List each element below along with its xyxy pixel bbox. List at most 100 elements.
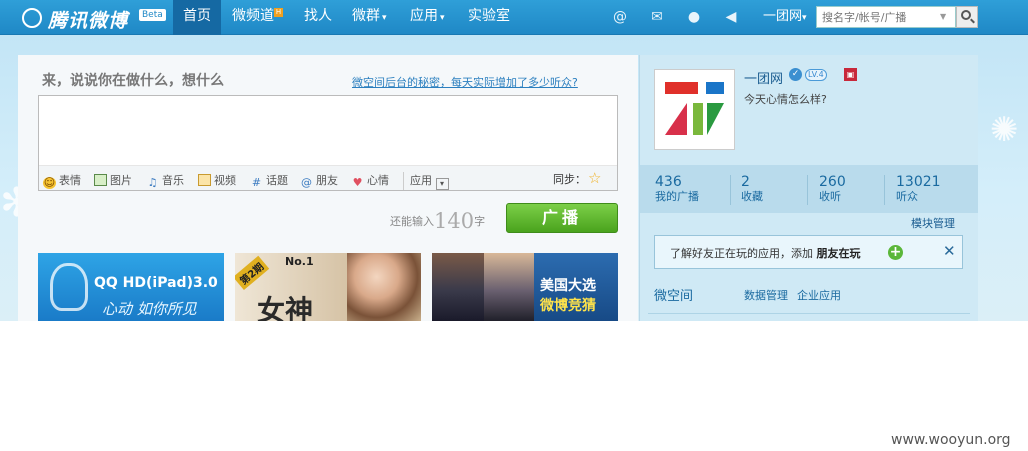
stat-broadcasts[interactable]: 436 我的广播: [655, 174, 699, 203]
add-icon[interactable]: +: [888, 245, 903, 260]
search-input[interactable]: [816, 6, 956, 28]
beta-badge: Beta: [139, 9, 166, 21]
module-manage-link[interactable]: 模块管理: [911, 215, 955, 231]
publisher-toolbar: ☺ 表情 图片 ♫ 音乐 视频 # 话题 @ 朋友 ♥ 心情 应用 ▾ 同步： ☆: [39, 165, 617, 190]
mood-prompt[interactable]: 今天心情怎么样?: [744, 91, 827, 107]
nav-lab[interactable]: 实验室: [468, 0, 510, 35]
divider: [648, 313, 970, 314]
search-button[interactable]: [956, 6, 978, 28]
level-badge[interactable]: LV.4: [805, 69, 827, 81]
post-textarea[interactable]: ☺ 表情 图片 ♫ 音乐 视频 # 话题 @ 朋友 ♥ 心情 应用 ▾ 同步： ☆: [38, 95, 618, 191]
nav-home[interactable]: 首页: [173, 0, 221, 35]
search-dropdown-icon[interactable]: ▼: [940, 12, 946, 21]
stat-favorites[interactable]: 2 收藏: [741, 174, 763, 203]
stat-value: 260: [819, 174, 846, 190]
hashtag-icon: #: [251, 176, 262, 189]
topic-tool[interactable]: # 话题: [250, 172, 288, 189]
nav-groups[interactable]: 微群 ▾: [352, 0, 387, 35]
stat-label: 听众: [896, 190, 918, 203]
emoji-tool[interactable]: ☺ 表情: [43, 172, 81, 189]
profile-sidebar: 一团网 ✓ LV.4 ▣ 今天心情怎么样? 436 我的广播 2 收藏 260 收听 …: [639, 55, 978, 321]
at-icon: @: [301, 176, 312, 189]
star-icon[interactable]: ☆: [588, 169, 601, 187]
stat-value: 2: [741, 174, 750, 190]
banner-goddess-episode: 第2期: [235, 255, 270, 291]
enterprise-apps-link[interactable]: 企业应用: [797, 287, 841, 303]
image-tool-label: 图片: [110, 174, 132, 187]
nav-apps[interactable]: 应用 ▾: [410, 0, 445, 35]
person-icon[interactable]: ●: [685, 9, 703, 25]
heart-icon: ♥: [352, 176, 363, 189]
nav-channel[interactable]: 微频道 H: [232, 0, 283, 35]
topic-tool-label: 话题: [266, 174, 288, 187]
close-icon[interactable]: ✕: [943, 242, 956, 260]
micro-space-title[interactable]: 微空间: [654, 285, 693, 304]
candidate-photo-1: [432, 253, 484, 321]
mood-tool[interactable]: ♥ 心情: [351, 172, 389, 189]
promo-link[interactable]: 微空间后台的秘密，每天实际增加了多少听众?: [352, 74, 578, 90]
banner-qq-hd-slogan: 心动 如你所见: [102, 300, 197, 318]
apps-tool[interactable]: 应用 ▾: [403, 172, 452, 190]
video-tool-label: 视频: [214, 174, 236, 187]
image-tool[interactable]: 图片: [94, 172, 132, 188]
stat-followers[interactable]: 13021 听众: [896, 174, 941, 203]
nav-find-people[interactable]: 找人: [304, 0, 332, 35]
nav-find-people-label: 找人: [304, 8, 332, 24]
stat-label: 收听: [819, 190, 841, 203]
divider: [884, 175, 885, 205]
remaining-counter: 还能输入140字: [390, 209, 485, 233]
profile-name[interactable]: 一团网: [744, 68, 783, 87]
stat-label: 收藏: [741, 190, 763, 203]
sync-label: 同步：: [553, 173, 586, 186]
banner-us-election[interactable]: 美国大选 微博竞猜: [432, 253, 618, 321]
qq-penguin-icon: [50, 263, 88, 311]
music-tool[interactable]: ♫ 音乐: [146, 172, 184, 189]
avatar[interactable]: [654, 69, 735, 150]
dandelion-decoration-icon: ✺: [990, 110, 1019, 150]
nav-lab-label: 实验室: [468, 8, 510, 24]
friend-tool[interactable]: @ 朋友: [300, 172, 338, 189]
chevron-down-icon: ▾: [382, 13, 387, 23]
banner-qq-hd-title: QQ HD(iPad)3.0: [94, 275, 218, 291]
banner-goddess-headline: 女神: [257, 294, 314, 321]
logo-icon: [22, 8, 42, 28]
logo-text: 腾讯微博: [48, 10, 129, 32]
video-tool[interactable]: 视频: [198, 172, 236, 188]
verified-icon[interactable]: ✓: [789, 68, 802, 81]
account-menu[interactable]: 一团网▾: [763, 0, 807, 35]
banner-election-line2: 微博竞猜: [540, 298, 596, 314]
nav-groups-label: 微群: [352, 8, 380, 24]
logo[interactable]: 腾讯微博 Beta: [22, 5, 172, 32]
friends-playing-notice: 了解好友正在玩的应用，添加 朋友在玩 + ✕: [654, 235, 963, 269]
stat-label: 我的广播: [655, 190, 699, 203]
mail-icon[interactable]: ✉: [648, 9, 666, 25]
video-icon: [198, 174, 211, 186]
remaining-count: 140: [434, 209, 475, 233]
screenshot: ✻ ✺ 腾讯微博 Beta 首页 微频道 H 找人 微群 ▾ 应用 ▾ 实验室 @ ✉…: [0, 0, 1028, 321]
chevron-down-icon: ▾: [802, 13, 807, 23]
candidate-photo-2: [484, 253, 534, 321]
smiley-icon: ☺: [43, 176, 56, 189]
music-tool-label: 音乐: [162, 174, 184, 187]
chevron-down-icon: ▾: [440, 13, 445, 23]
banner-qq-hd[interactable]: QQ HD(iPad)3.0 心动 如你所见: [38, 253, 224, 321]
paid-badge-icon[interactable]: ▣: [844, 68, 857, 81]
account-name: 一团网: [763, 9, 803, 24]
profile-stats: 436 我的广播 2 收藏 260 收听 13021 听众: [640, 165, 978, 213]
mood-tool-label: 心情: [367, 174, 389, 187]
stat-value: 13021: [896, 174, 941, 190]
model-photo: [347, 253, 421, 321]
chevron-down-icon: ▾: [435, 178, 449, 190]
remaining-suffix: 字: [474, 215, 486, 228]
at-icon[interactable]: @: [611, 9, 629, 25]
speaker-icon[interactable]: ◀: [722, 9, 740, 25]
stat-value: 436: [655, 174, 682, 190]
post-button[interactable]: 广播: [506, 203, 618, 233]
notice-bold[interactable]: 朋友在玩: [817, 247, 861, 260]
data-manage-link[interactable]: 数据管理: [744, 287, 788, 303]
banner-goddess[interactable]: 第2期 No.1 女神: [235, 253, 421, 321]
music-note-icon: ♫: [147, 176, 158, 189]
publisher-prompt: 来，说说你在做什么，想什么: [42, 73, 224, 89]
friend-tool-label: 朋友: [316, 174, 338, 187]
stat-following[interactable]: 260 收听: [819, 174, 846, 203]
